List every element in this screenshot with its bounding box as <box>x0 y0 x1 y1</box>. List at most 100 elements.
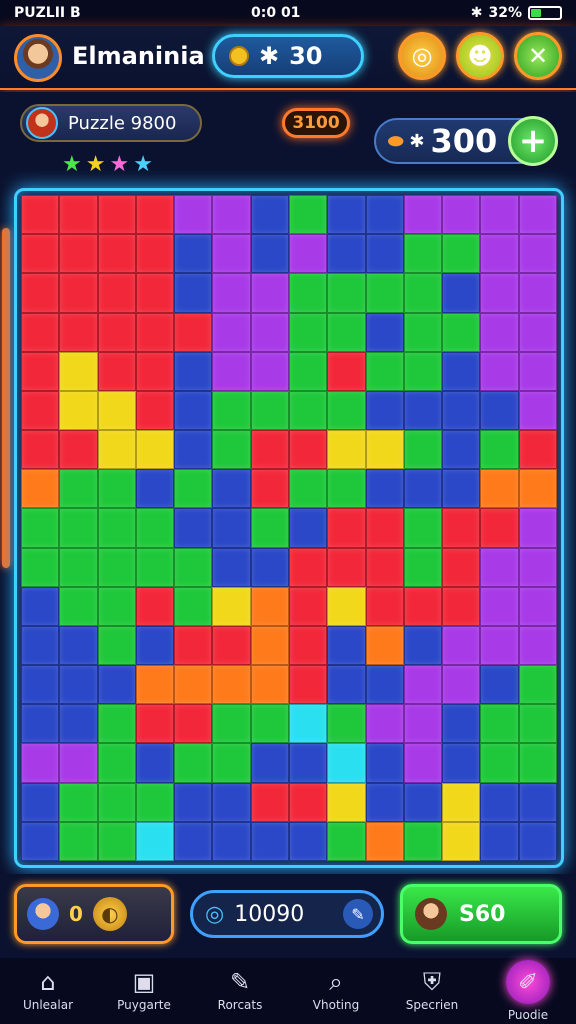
puzzle-piece[interactable] <box>212 273 251 313</box>
puzzle-piece[interactable] <box>403 195 443 235</box>
puzzle-piece[interactable] <box>212 743 251 783</box>
puzzle-piece[interactable] <box>250 665 289 705</box>
puzzle-piece[interactable] <box>135 665 175 705</box>
puzzle-piece[interactable] <box>174 743 213 783</box>
puzzle-piece[interactable] <box>480 821 519 861</box>
puzzle-piece[interactable] <box>480 234 519 274</box>
puzzle-piece[interactable] <box>21 273 60 313</box>
close-button[interactable]: ✕ <box>514 32 562 80</box>
nav-tab-tasks[interactable]: ✎ Rorcats <box>192 958 288 1024</box>
puzzle-piece[interactable] <box>442 743 481 783</box>
puzzle-piece[interactable] <box>59 195 98 235</box>
puzzle-piece[interactable] <box>250 625 289 666</box>
puzzle-piece[interactable] <box>212 704 251 744</box>
puzzle-piece[interactable] <box>518 390 557 431</box>
puzzle-piece[interactable] <box>365 586 404 626</box>
puzzle-piece[interactable] <box>250 508 289 548</box>
puzzle-piece[interactable] <box>174 782 213 822</box>
puzzle-piece[interactable] <box>327 234 366 274</box>
puzzle-piece[interactable] <box>518 704 557 744</box>
puzzle-piece[interactable] <box>403 704 443 744</box>
puzzle-piece[interactable] <box>365 821 404 861</box>
puzzle-piece[interactable] <box>365 312 404 352</box>
puzzle-piece[interactable] <box>480 743 519 783</box>
puzzle-piece[interactable] <box>327 469 366 509</box>
puzzle-piece[interactable] <box>518 469 557 509</box>
puzzle-piece[interactable] <box>97 586 136 626</box>
puzzle-piece[interactable] <box>288 586 328 626</box>
puzzle-piece[interactable] <box>442 586 481 626</box>
puzzle-piece[interactable] <box>212 234 251 274</box>
puzzle-piece[interactable] <box>97 390 136 431</box>
puzzle-piece[interactable] <box>518 547 557 587</box>
puzzle-piece[interactable] <box>135 743 175 783</box>
puzzle-piece[interactable] <box>518 743 557 783</box>
puzzle-piece[interactable] <box>518 312 557 352</box>
puzzle-piece[interactable] <box>327 586 366 626</box>
puzzle-piece[interactable] <box>403 821 443 861</box>
puzzle-piece[interactable] <box>21 625 60 666</box>
puzzle-piece[interactable] <box>59 430 98 470</box>
puzzle-piece[interactable] <box>403 351 443 391</box>
puzzle-piece[interactable] <box>174 821 213 861</box>
puzzle-piece[interactable] <box>442 665 481 705</box>
puzzle-piece[interactable] <box>365 469 404 509</box>
puzzle-piece[interactable] <box>365 625 404 666</box>
puzzle-piece[interactable] <box>518 625 557 666</box>
puzzle-piece[interactable] <box>442 312 481 352</box>
puzzle-piece[interactable] <box>480 665 519 705</box>
puzzle-piece[interactable] <box>135 469 175 509</box>
puzzle-piece[interactable] <box>327 821 366 861</box>
add-button[interactable]: + <box>508 116 558 166</box>
puzzle-piece[interactable] <box>288 704 328 744</box>
puzzle-piece[interactable] <box>21 586 60 626</box>
puzzle-piece[interactable] <box>365 547 404 587</box>
nav-tab-shield[interactable]: ⛨ Specrien <box>384 958 480 1024</box>
puzzle-piece[interactable] <box>174 665 213 705</box>
puzzle-piece[interactable] <box>480 195 519 235</box>
puzzle-piece[interactable] <box>97 743 136 783</box>
puzzle-piece[interactable] <box>135 821 175 861</box>
puzzle-piece[interactable] <box>442 821 481 861</box>
player-avatar[interactable] <box>14 34 62 82</box>
puzzle-piece[interactable] <box>59 469 98 509</box>
puzzle-piece[interactable] <box>212 351 251 391</box>
puzzle-piece[interactable] <box>250 586 289 626</box>
puzzle-piece[interactable] <box>518 273 557 313</box>
puzzle-piece[interactable] <box>135 625 175 666</box>
puzzle-piece[interactable] <box>518 351 557 391</box>
puzzle-piece[interactable] <box>59 821 98 861</box>
puzzle-piece[interactable] <box>250 743 289 783</box>
puzzle-piece[interactable] <box>518 234 557 274</box>
nav-tab-search[interactable]: ⌕ Vhoting <box>288 958 384 1024</box>
puzzle-piece[interactable] <box>174 625 213 666</box>
puzzle-piece[interactable] <box>480 273 519 313</box>
puzzle-piece[interactable] <box>288 273 328 313</box>
puzzle-piece[interactable] <box>97 351 136 391</box>
puzzle-piece[interactable] <box>480 782 519 822</box>
puzzle-piece[interactable] <box>518 586 557 626</box>
puzzle-piece[interactable] <box>135 273 175 313</box>
puzzle-piece[interactable] <box>135 195 175 235</box>
puzzle-piece[interactable] <box>288 312 328 352</box>
puzzle-piece[interactable] <box>212 312 251 352</box>
puzzle-piece[interactable] <box>403 469 443 509</box>
puzzle-piece[interactable] <box>288 508 328 548</box>
puzzle-piece[interactable] <box>442 469 481 509</box>
puzzle-piece[interactable] <box>518 665 557 705</box>
puzzle-piece[interactable] <box>365 704 404 744</box>
puzzle-label-pill[interactable]: Puzzle 9800 <box>20 104 202 142</box>
puzzle-piece[interactable] <box>250 782 289 822</box>
puzzle-piece[interactable] <box>327 390 366 431</box>
puzzle-piece[interactable] <box>97 821 136 861</box>
puzzle-piece[interactable] <box>403 547 443 587</box>
puzzle-piece[interactable] <box>250 430 289 470</box>
puzzle-piece[interactable] <box>135 430 175 470</box>
puzzle-piece[interactable] <box>135 390 175 431</box>
puzzle-piece[interactable] <box>174 469 213 509</box>
puzzle-piece[interactable] <box>288 625 328 666</box>
puzzle-piece[interactable] <box>250 195 289 235</box>
puzzle-piece[interactable] <box>365 273 404 313</box>
puzzle-piece[interactable] <box>212 195 251 235</box>
puzzle-piece[interactable] <box>212 665 251 705</box>
